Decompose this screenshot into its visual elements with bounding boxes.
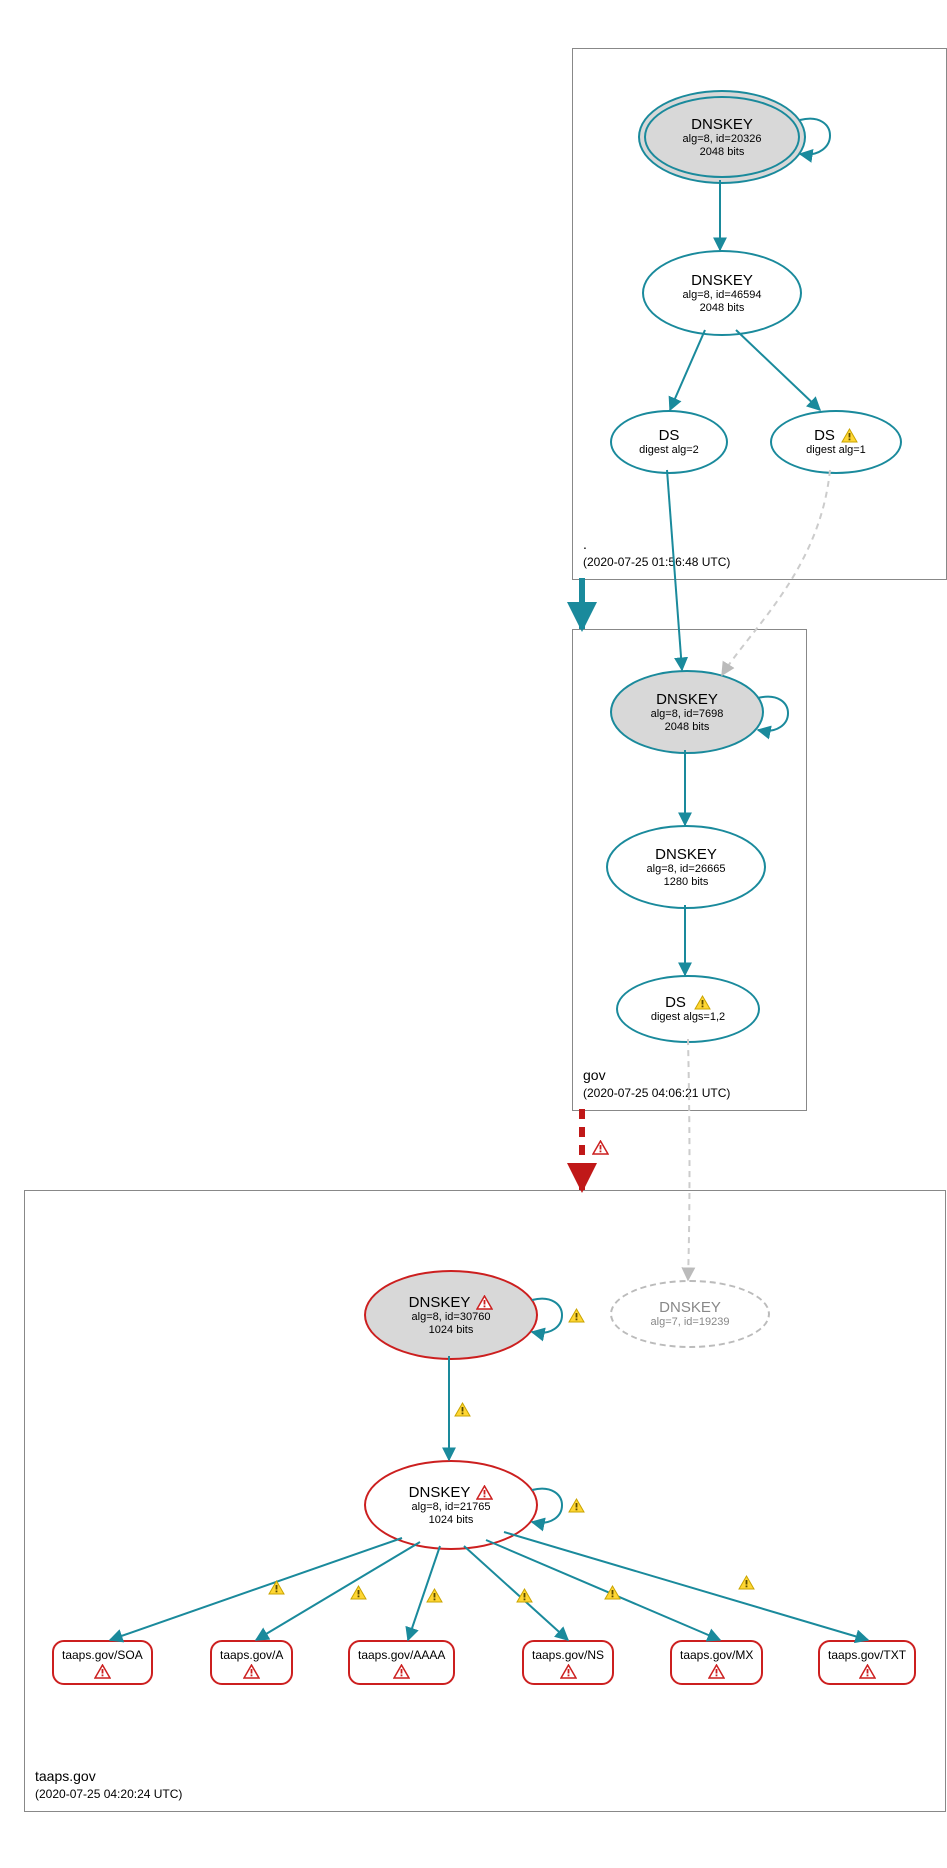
- rr-label: taaps.gov/SOA: [62, 1648, 143, 1662]
- error-icon: [94, 1664, 111, 1679]
- rr-label: taaps.gov/A: [220, 1648, 283, 1662]
- node-sub1: digest alg=1: [806, 444, 866, 457]
- zone-gov-ts: (2020-07-25 04:06:21 UTC): [583, 1085, 730, 1102]
- warning-icon: [568, 1498, 585, 1513]
- node-taaps-zsk: DNSKEY alg=8, id=21765 1024 bits: [364, 1460, 538, 1550]
- zone-root-label: . (2020-07-25 01:56:48 UTC): [583, 535, 730, 571]
- node-sub1: alg=7, id=19239: [651, 1316, 730, 1329]
- zone-taaps-label: taaps.gov (2020-07-25 04:20:24 UTC): [35, 1767, 182, 1803]
- warning-icon: [694, 995, 711, 1010]
- rr-label: taaps.gov/NS: [532, 1648, 604, 1662]
- error-icon: [859, 1664, 876, 1679]
- node-sub1: alg=8, id=7698: [651, 708, 724, 721]
- zone-taaps-ts: (2020-07-25 04:20:24 UTC): [35, 1786, 182, 1803]
- node-gov-ksk: DNSKEY alg=8, id=7698 2048 bits: [610, 670, 764, 754]
- warning-icon: [841, 428, 858, 443]
- warning-icon: [350, 1585, 367, 1600]
- node-gov-ds: DS digest algs=1,2: [616, 975, 760, 1043]
- zone-root-ts: (2020-07-25 01:56:48 UTC): [583, 554, 730, 571]
- zone-taaps-name: taaps.gov: [35, 1767, 182, 1787]
- rr-a: taaps.gov/A: [210, 1640, 293, 1685]
- rr-aaaa: taaps.gov/AAAA: [348, 1640, 455, 1685]
- node-title: DNSKEY: [409, 1294, 471, 1311]
- node-title: DNSKEY: [691, 116, 753, 133]
- node-taaps-ext: DNSKEY alg=7, id=19239: [610, 1280, 770, 1348]
- rr-label: taaps.gov/TXT: [828, 1648, 906, 1662]
- node-root-ds1: DS digest alg=2: [610, 410, 728, 474]
- node-sub1: alg=8, id=20326: [683, 133, 762, 146]
- warning-icon: [738, 1575, 755, 1590]
- warning-icon: [426, 1588, 443, 1603]
- zone-root-name: .: [583, 535, 730, 555]
- rr-mx: taaps.gov/MX: [670, 1640, 763, 1685]
- node-sub2: 2048 bits: [700, 302, 745, 315]
- node-sub2: 2048 bits: [665, 721, 710, 734]
- error-icon: [592, 1140, 609, 1155]
- error-icon: [393, 1664, 410, 1679]
- node-sub2: 2048 bits: [700, 146, 745, 159]
- node-title: DS: [814, 427, 835, 444]
- node-title: DS: [665, 994, 686, 1011]
- rr-label: taaps.gov/MX: [680, 1648, 753, 1662]
- node-title: DNSKEY: [409, 1484, 471, 1501]
- zone-gov-name: gov: [583, 1066, 730, 1086]
- warning-icon: [604, 1585, 621, 1600]
- node-root-ksk: DNSKEY alg=8, id=20326 2048 bits: [638, 90, 806, 184]
- warning-icon: [268, 1580, 285, 1595]
- node-sub1: alg=8, id=26665: [647, 863, 726, 876]
- zone-gov-label: gov (2020-07-25 04:06:21 UTC): [583, 1066, 730, 1102]
- rr-label: taaps.gov/AAAA: [358, 1648, 445, 1662]
- node-sub2: 1024 bits: [429, 1324, 474, 1337]
- node-title: DNSKEY: [656, 691, 718, 708]
- node-title: DNSKEY: [659, 1299, 721, 1316]
- warning-icon: [516, 1588, 533, 1603]
- node-sub1: digest algs=1,2: [651, 1011, 725, 1024]
- node-root-ds2: DS digest alg=1: [770, 410, 902, 474]
- node-sub2: 1280 bits: [664, 876, 709, 889]
- node-sub2: 1024 bits: [429, 1514, 474, 1527]
- node-gov-zsk: DNSKEY alg=8, id=26665 1280 bits: [606, 825, 766, 909]
- error-icon: [243, 1664, 260, 1679]
- node-title: DNSKEY: [655, 846, 717, 863]
- rr-ns: taaps.gov/NS: [522, 1640, 614, 1685]
- node-sub1: alg=8, id=21765: [412, 1501, 491, 1514]
- node-sub1: alg=8, id=46594: [683, 289, 762, 302]
- node-sub1: digest alg=2: [639, 444, 699, 457]
- node-title: DNSKEY: [691, 272, 753, 289]
- node-title: DS: [659, 427, 680, 444]
- error-icon: [708, 1664, 725, 1679]
- error-icon: [476, 1295, 493, 1310]
- warning-icon: [568, 1308, 585, 1323]
- node-root-zsk: DNSKEY alg=8, id=46594 2048 bits: [642, 250, 802, 336]
- node-sub1: alg=8, id=30760: [412, 1311, 491, 1324]
- rr-soa: taaps.gov/SOA: [52, 1640, 153, 1685]
- node-taaps-ksk: DNSKEY alg=8, id=30760 1024 bits: [364, 1270, 538, 1360]
- error-icon: [560, 1664, 577, 1679]
- warning-icon: [454, 1402, 471, 1417]
- error-icon: [476, 1485, 493, 1500]
- rr-txt: taaps.gov/TXT: [818, 1640, 916, 1685]
